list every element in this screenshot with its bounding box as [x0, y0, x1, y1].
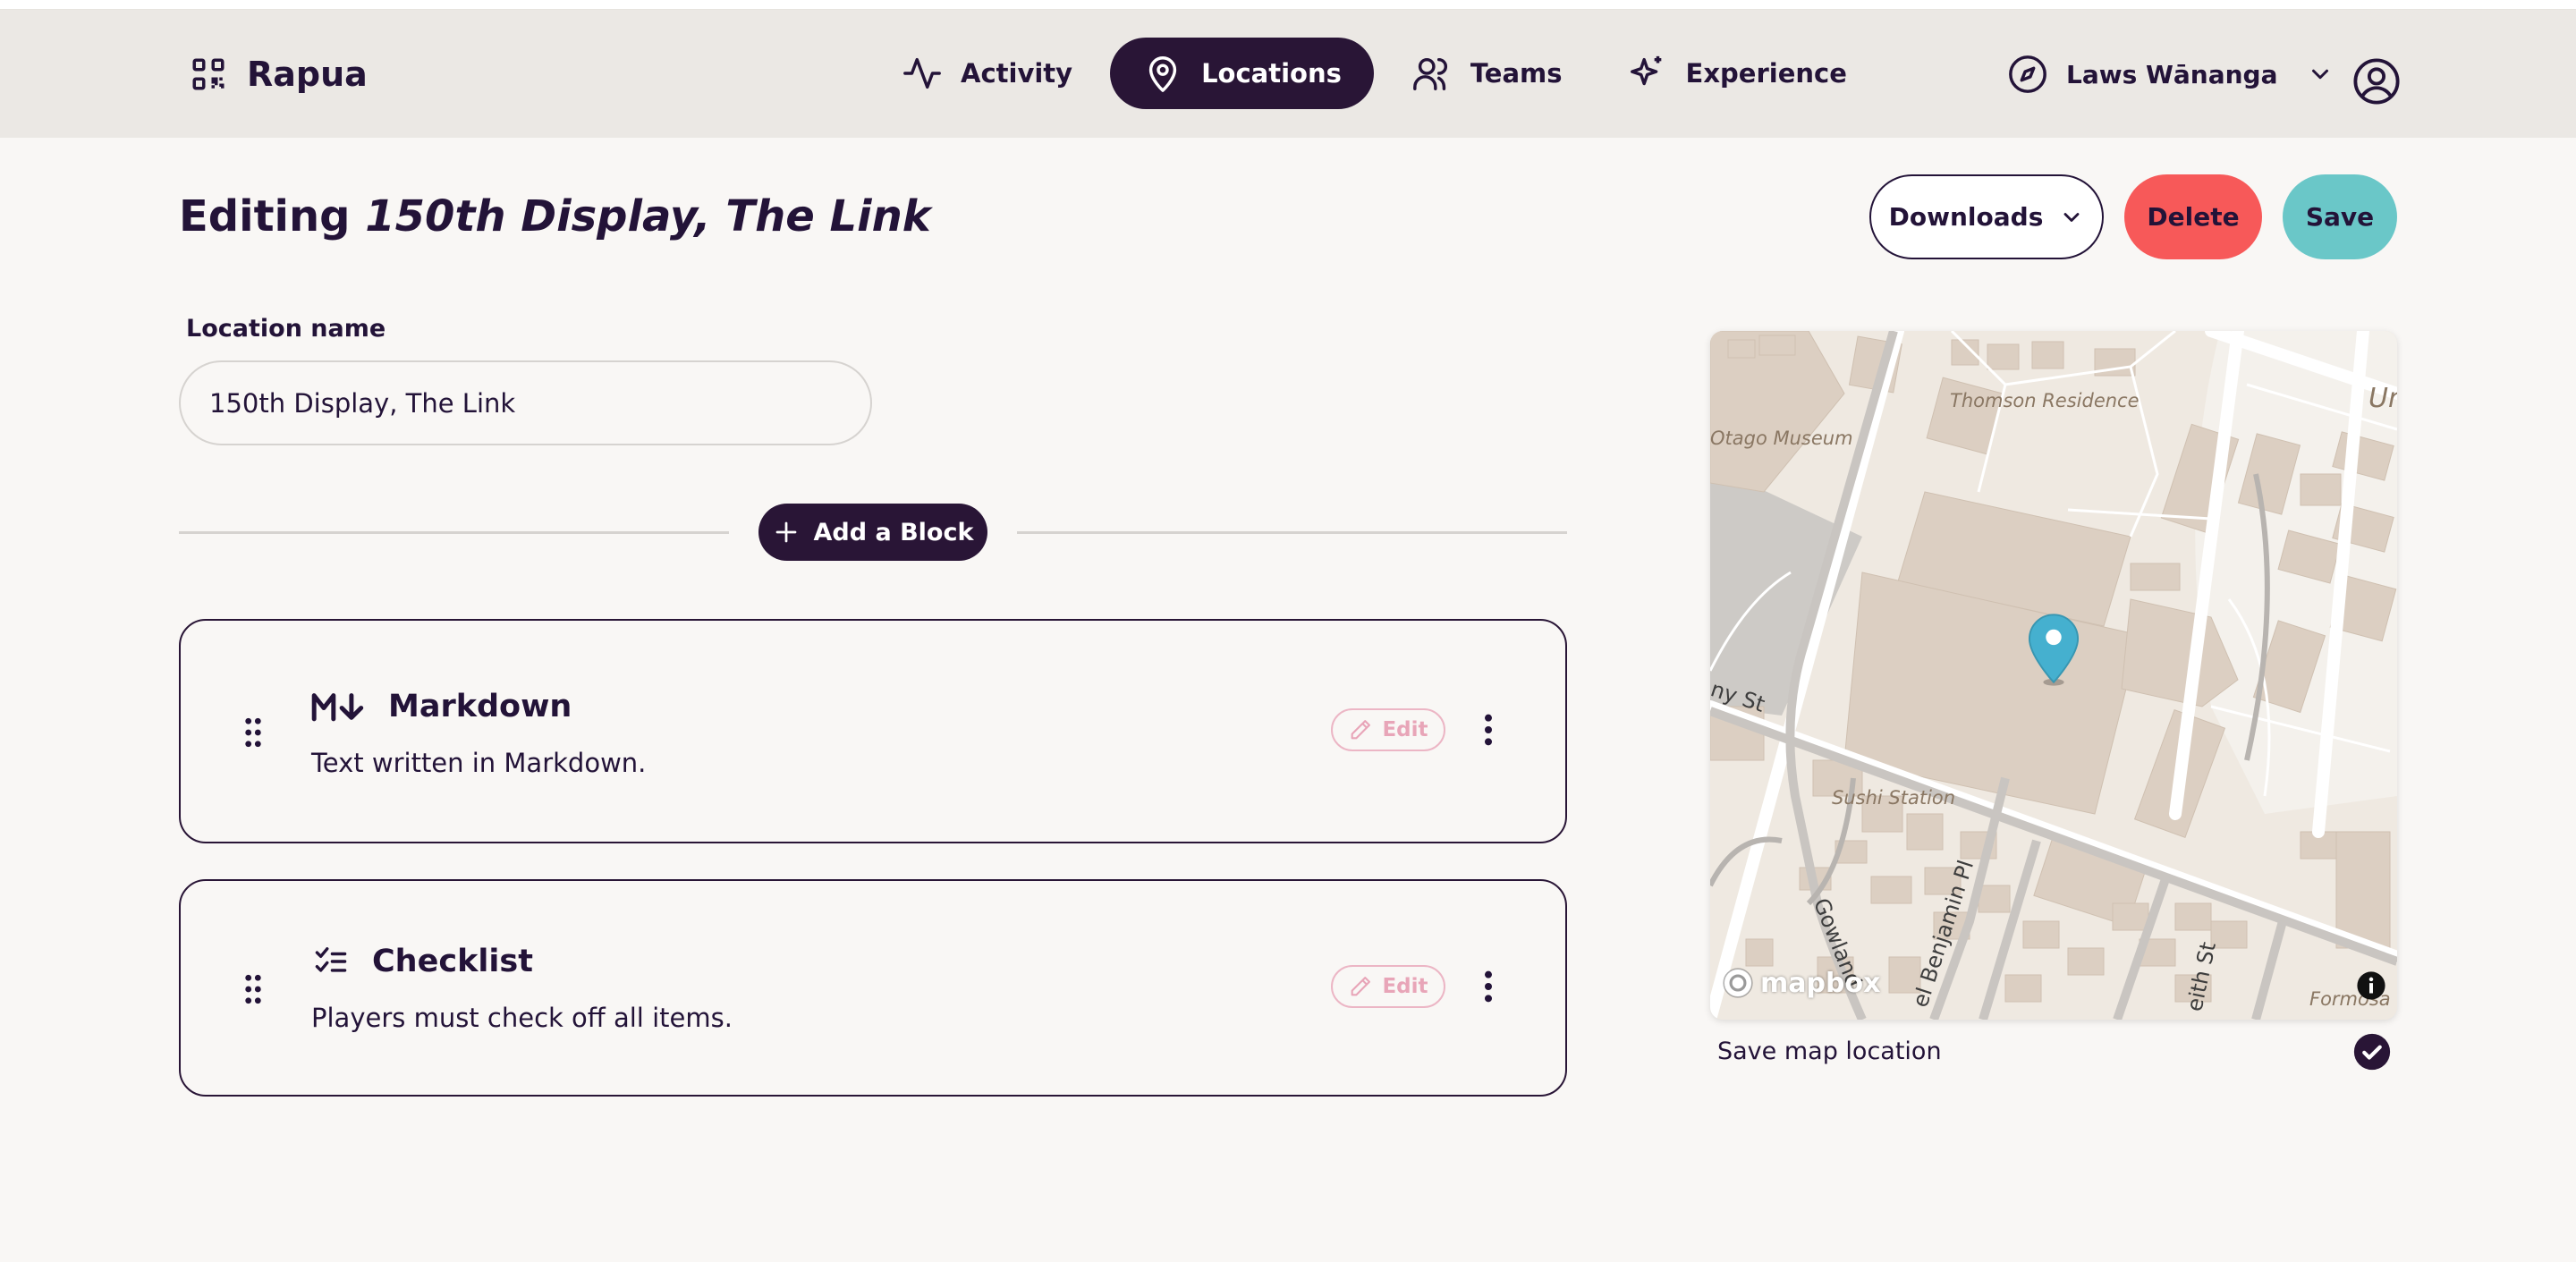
edit-block-button[interactable]: Edit [1331, 965, 1445, 1008]
add-block-label: Add a Block [813, 518, 974, 546]
more-options-icon[interactable] [1476, 712, 1501, 748]
divider-right [1017, 531, 1567, 534]
map-label-un: Un [2368, 383, 2397, 414]
edit-label: Edit [1382, 718, 1428, 741]
save-map-location-label: Save map location [1717, 1038, 1942, 1065]
nav-item-activity[interactable]: Activity [869, 38, 1105, 109]
nav-item-label: Activity [961, 58, 1073, 89]
more-options-icon[interactable] [1476, 969, 1501, 1004]
map-pin-icon [1148, 56, 1177, 92]
mapbox-logo-text: mapbox [1760, 967, 1881, 999]
page-title: Editing 150th Display, The Link [179, 191, 931, 241]
downloads-button[interactable]: Downloads [1869, 174, 2104, 259]
edit-block-button[interactable]: Edit [1331, 708, 1445, 751]
plus-icon [775, 521, 796, 543]
nav-item-locations[interactable]: Locations [1110, 38, 1374, 109]
pencil-icon [1352, 977, 1371, 996]
block-title: Checklist [372, 944, 533, 979]
nav-item-label: Locations [1201, 58, 1342, 89]
browser-top-strip [0, 0, 2576, 10]
save-button[interactable]: Save [2283, 174, 2397, 259]
block-description: Players must check off all items. [311, 1003, 733, 1033]
delete-button[interactable]: Delete [2124, 174, 2262, 259]
page-title-prefix: Editing [179, 191, 351, 241]
save-map-location-checkbox[interactable] [2353, 1033, 2391, 1071]
edit-label: Edit [1382, 975, 1428, 998]
brand[interactable]: Rapua [190, 55, 368, 94]
block-card-markdown: Markdown Text written in Markdown. Edit [179, 619, 1567, 843]
nav-item-label: Experience [1685, 58, 1847, 89]
nav-item-experience[interactable]: Experience [1595, 38, 1879, 109]
drag-handle-icon[interactable] [243, 974, 263, 1004]
map-label-thomson-residence: Thomson Residence [1950, 390, 2140, 411]
block-description: Text written in Markdown. [311, 748, 647, 778]
divider-left [179, 531, 729, 534]
map-pin-marker[interactable] [2028, 613, 2080, 686]
main-nav: Activity Locations Teams Experience [869, 38, 1879, 109]
chevron-down-icon [2063, 212, 2080, 222]
brand-name: Rapua [247, 55, 368, 94]
checklist-icon [315, 947, 347, 972]
users-icon [1412, 57, 1447, 90]
map-label-sushi-station: Sushi Station [1832, 787, 1956, 809]
qr-code-icon [192, 58, 225, 90]
location-map[interactable]: Thomson Residence Otago Museum Sushi Sta… [1710, 331, 2397, 1020]
location-name-input[interactable] [179, 360, 872, 445]
block-header: Markdown [311, 689, 572, 724]
mapbox-attribution[interactable]: mapbox [1721, 966, 1880, 1000]
activity-icon [903, 57, 941, 89]
workspace-name: Laws Wānanga [2066, 59, 2278, 89]
location-name-label: Location name [186, 315, 386, 343]
page-title-location: 150th Display, The Link [365, 191, 931, 241]
nav-item-label: Teams [1470, 58, 1563, 89]
user-profile-icon[interactable] [2352, 57, 2401, 106]
top-navbar: Rapua Activity Locations Teams Experienc… [0, 10, 2576, 138]
compass-icon [2009, 55, 2046, 93]
pencil-icon [1352, 720, 1371, 740]
map-label-otago-museum: Otago Museum [1710, 428, 1853, 449]
nav-item-teams[interactable]: Teams [1379, 38, 1595, 109]
sparkles-icon [1630, 55, 1661, 86]
markdown-icon [311, 693, 364, 722]
info-icon[interactable] [2356, 970, 2386, 1001]
block-header: Checklist [311, 944, 533, 979]
drag-handle-icon[interactable] [243, 717, 263, 748]
add-block-button[interactable]: Add a Block [758, 504, 987, 561]
mapbox-logo-icon [1723, 968, 1753, 998]
workspace-selector[interactable]: Laws Wānanga [2007, 54, 2334, 95]
downloads-label: Downloads [1888, 202, 2044, 232]
chevron-down-icon [2311, 69, 2328, 80]
block-title: Markdown [388, 689, 572, 724]
block-card-checklist: Checklist Players must check off all ite… [179, 879, 1567, 1097]
